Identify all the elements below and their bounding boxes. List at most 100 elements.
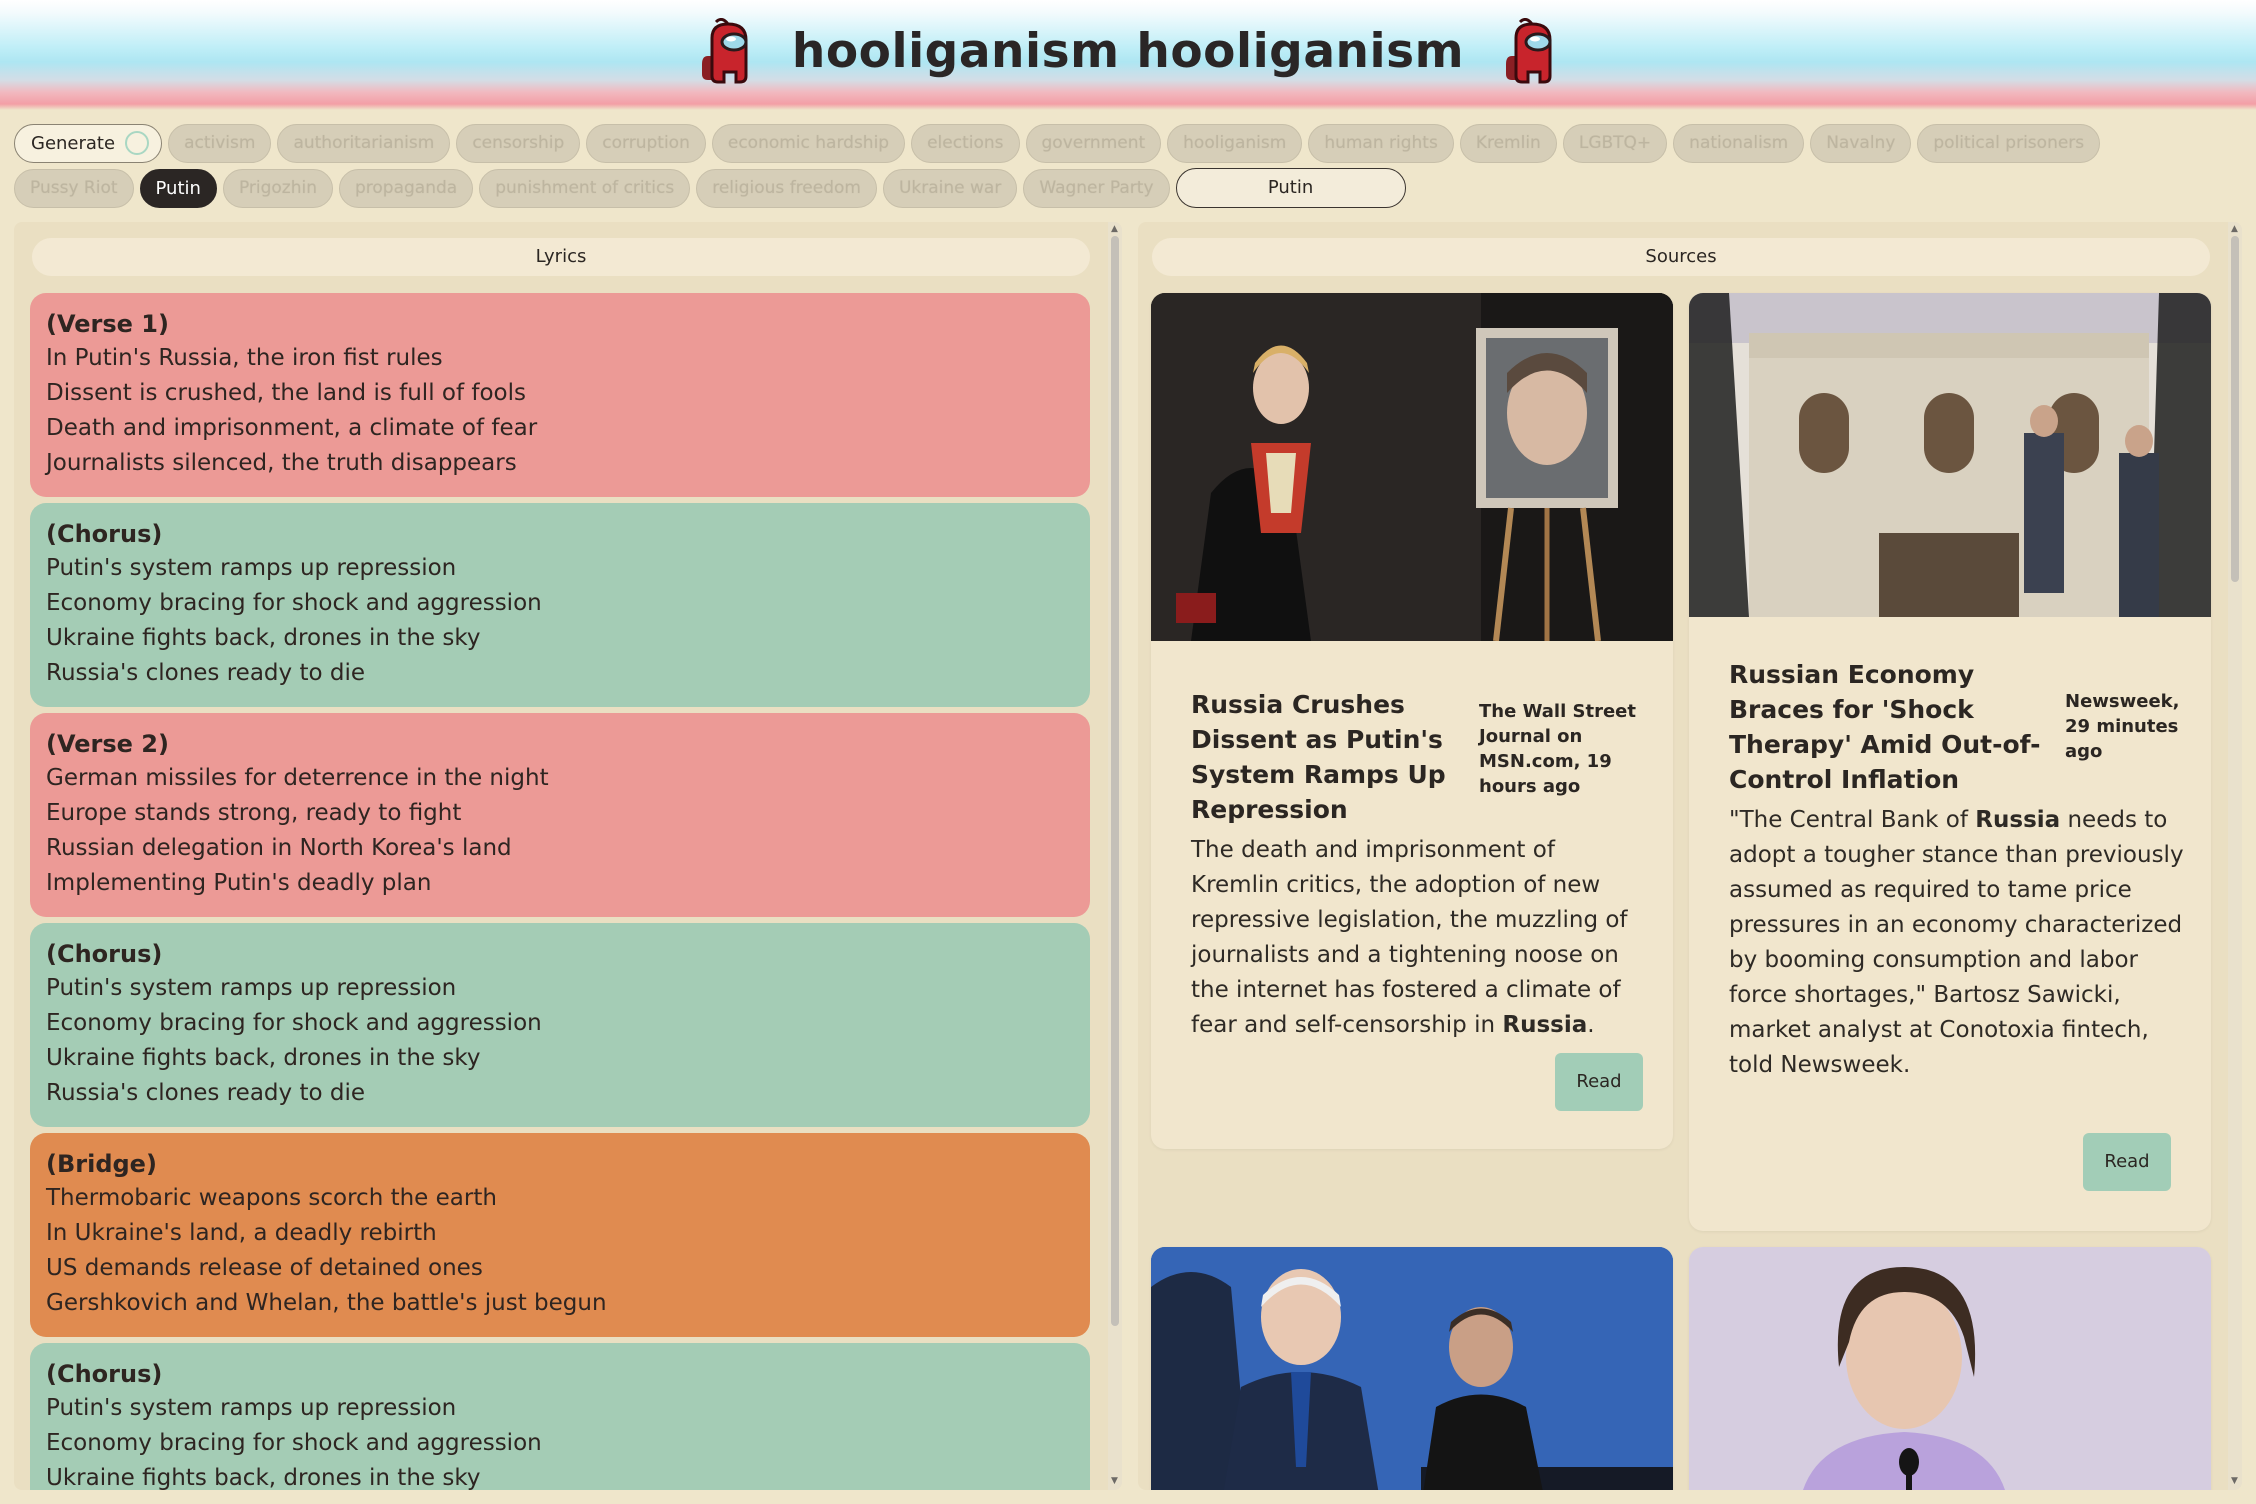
tag-economic-hardship[interactable]: economic hardship [711,123,906,163]
stanza-title: (Verse 2) [46,730,169,758]
lyric-line: German missiles for deterrence in the ni… [46,765,549,791]
lyrics-header: Lyrics [32,238,1090,276]
lyric-line: Europe stands strong, ready to fight [46,800,462,826]
tag-row-2: Pussy Riot Putin Prigozhin propaganda pu… [14,167,2242,209]
lyric-line: Death and imprisonment, a climate of fea… [46,415,538,441]
stanza-chorus-2: (Chorus) Putin's system ramps up repress… [30,923,1090,1127]
tag-navalny[interactable]: Navalny [1810,123,1912,163]
stanza-chorus-3: (Chorus) Putin's system ramps up repress… [30,1343,1090,1490]
tag-authoritarianism[interactable]: authoritarianism [277,123,451,163]
stanza-verse-1: (Verse 1) In Putin's Russia, the iron fi… [30,293,1090,497]
article-title: Russia Crushes Dissent as Putin's System… [1191,690,1446,824]
crewmate-icon-left [701,18,748,84]
tag-human-rights[interactable]: human rights [1308,123,1454,163]
tag-political-prisoners[interactable]: political prisoners [1917,123,2101,163]
scroll-down-arrow-icon[interactable]: ▼ [1111,1476,1118,1486]
lyric-line: Thermobaric weapons scorch the earth [46,1185,497,1211]
lyric-line: Economy bracing for shock and aggression [46,1430,542,1456]
tag-kremlin[interactable]: Kremlin [1459,123,1557,163]
source-card: Russian Economy Braces for 'Shock Therap… [1689,293,2211,1231]
scrollbar-thumb[interactable] [2231,236,2239,582]
loading-spinner-icon [125,131,150,155]
scroll-down-arrow-icon[interactable]: ▼ [2231,1476,2238,1486]
tag-hooliganism[interactable]: hooliganism [1167,123,1303,163]
lyric-line: Putin's system ramps up repression [46,555,457,581]
generate-label: Generate [31,132,116,154]
topic-tag-bar: Generate activism authoritarianism censo… [14,122,2242,212]
source-card [1151,1247,1673,1490]
tag-pussy-riot[interactable]: Pussy Riot [14,168,134,208]
lyrics-list: (Verse 1) In Putin's Russia, the iron fi… [30,293,1090,1490]
source-card [1689,1247,2211,1490]
tag-nationalism[interactable]: nationalism [1673,123,1805,163]
lyric-line: In Putin's Russia, the iron fist rules [46,345,443,371]
lyric-line: Economy bracing for shock and aggression [46,590,542,616]
lyric-line: Ukraine fights back, drones in the sky [46,1045,481,1071]
crewmate-icon-right [1506,18,1552,84]
stanza-title: (Chorus) [46,1360,163,1388]
article-image [1151,293,1673,641]
tag-wagner-party[interactable]: Wagner Party [1023,168,1170,208]
desc-highlight: Russia [1502,1012,1588,1038]
tag-punishment-of-critics[interactable]: punishment of critics [479,168,691,208]
tag-corruption[interactable]: corruption [586,123,706,163]
article-image [1689,293,2211,617]
tag-prigozhin[interactable]: Prigozhin [222,168,333,208]
lyric-line: Russia's clones ready to die [46,1080,365,1106]
article-image [1151,1247,1673,1490]
stanza-title: (Chorus) [46,520,163,548]
article-description: The death and imprisonment of Kremlin cr… [1191,833,1643,1043]
scroll-up-arrow-icon[interactable]: ▲ [1111,224,1118,234]
stanza-title: (Verse 1) [46,310,169,338]
desc-highlight: Russia [1975,807,2061,833]
sources-scrollbar[interactable]: ▲ ▼ [2228,222,2242,1490]
read-button[interactable]: Read [1555,1053,1643,1111]
lyric-line: Dissent is crushed, the land is full of … [46,380,526,406]
tag-government[interactable]: government [1025,123,1162,163]
lyric-line: Russian delegation in North Korea's land [46,835,512,861]
article-description: "The Central Bank of Russia needs to ado… [1729,803,2185,1083]
lyrics-scrollbar[interactable]: ▲ ▼ [1108,222,1122,1490]
read-button[interactable]: Read [2083,1133,2171,1191]
app-title: hooliganism hooliganism [791,23,1465,79]
stanza-bridge: (Bridge) Thermobaric weapons scorch the … [30,1133,1090,1337]
stanza-verse-2: (Verse 2) German missiles for deterrence… [30,713,1090,917]
source-card: Russia Crushes Dissent as Putin's System… [1151,293,1673,1149]
lyrics-panel: Lyrics (Verse 1) In Putin's Russia, the … [14,222,1122,1490]
scroll-up-arrow-icon[interactable]: ▲ [2231,224,2238,234]
tag-lgbtq[interactable]: LGBTQ+ [1562,123,1668,163]
desc-text: "The Central Bank of [1729,807,1976,833]
lyric-line: Implementing Putin's deadly plan [46,870,432,896]
article-source-meta: The Wall Street Journal on MSN.com, 19 h… [1479,701,1636,797]
lyric-line: Gershkovich and Whelan, the battle's jus… [46,1290,607,1316]
tag-elections[interactable]: elections [911,123,1020,163]
lyric-line: Russia's clones ready to die [46,660,365,686]
tag-propaganda[interactable]: propaganda [339,168,474,208]
lyric-line: Journalists silenced, the truth disappea… [46,450,517,476]
article-title: Russian Economy Braces for 'Shock Therap… [1729,660,2041,794]
tag-row-1: Generate activism authoritarianism censo… [14,122,2242,164]
sources-header: Sources [1152,238,2210,276]
lyric-line: In Ukraine's land, a deadly rebirth [46,1220,437,1246]
tag-religious-freedom[interactable]: religious freedom [696,168,877,208]
lyric-line: Ukraine fights back, drones in the sky [46,1465,481,1490]
tag-ukraine-war[interactable]: Ukraine war [882,168,1018,208]
desc-text-end: . [1587,1012,1595,1038]
sources-panel: Sources Russia Crushes Dissent as Putin'… [1138,222,2242,1490]
lyric-line: Putin's system ramps up repression [46,1395,457,1421]
tag-activism[interactable]: activism [168,123,272,163]
tag-putin-selected[interactable]: Putin [139,168,217,208]
lyric-line: Economy bracing for shock and aggression [46,1010,542,1036]
stanza-chorus-1: (Chorus) Putin's system ramps up repress… [30,503,1090,707]
generate-button[interactable]: Generate [14,123,163,163]
tag-censorship[interactable]: censorship [456,123,581,163]
stanza-title: (Chorus) [46,940,163,968]
desc-text: The death and imprisonment of Kremlin cr… [1191,837,1628,1038]
lyric-line: US demands release of detained ones [46,1255,483,1281]
lyric-line: Ukraine fights back, drones in the sky [46,625,481,651]
lyric-line: Putin's system ramps up repression [46,975,457,1001]
article-image [1689,1247,2211,1490]
topic-input[interactable]: Putin [1175,168,1406,208]
app-header: hooliganism hooliganism [0,0,2256,110]
scrollbar-thumb[interactable] [1111,236,1119,1326]
